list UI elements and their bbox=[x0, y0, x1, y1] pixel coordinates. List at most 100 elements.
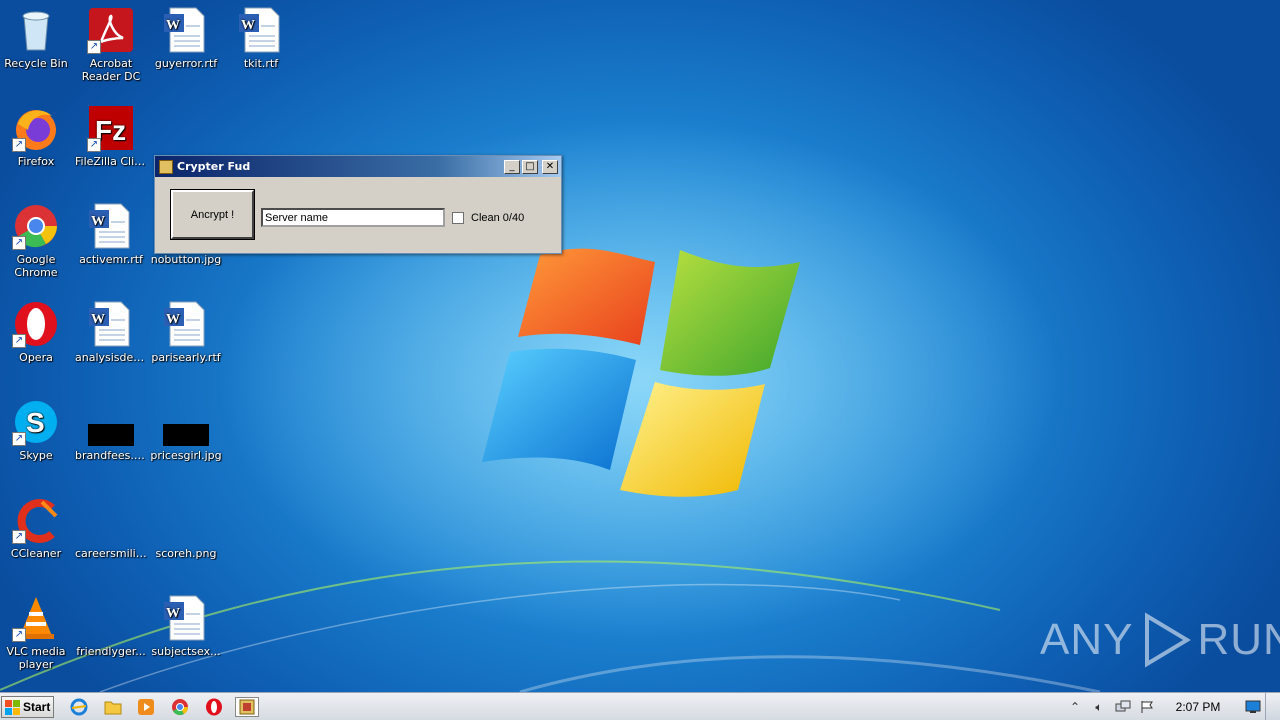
svg-text:W: W bbox=[166, 312, 180, 327]
show-desktop-button[interactable] bbox=[1265, 693, 1280, 720]
start-label: Start bbox=[23, 700, 51, 714]
desktop-icon-subjectsex[interactable]: W subjectsex... bbox=[148, 590, 224, 680]
shortcut-arrow-icon: ↗ bbox=[12, 432, 26, 446]
svg-text:W: W bbox=[166, 606, 180, 621]
monitor-icon[interactable] bbox=[1243, 697, 1263, 717]
watermark-right-text: RUN bbox=[1197, 615, 1280, 664]
chrome-icon: ↗ bbox=[12, 202, 60, 250]
icon-label: parisearly.rtf bbox=[151, 351, 221, 364]
clean-checkbox[interactable] bbox=[452, 212, 464, 224]
icon-label: tkit.rtf bbox=[243, 57, 279, 70]
icon-label: VLC media player bbox=[6, 645, 66, 671]
word-document-icon: W bbox=[87, 300, 135, 348]
vlc-icon: ↗ bbox=[12, 594, 60, 642]
ccleaner-icon: ↗ bbox=[12, 496, 60, 544]
desktop-icon-friendlyger[interactable]: friendlyger... bbox=[73, 590, 149, 680]
shortcut-arrow-icon: ↗ bbox=[12, 236, 26, 250]
taskbar-clock[interactable]: 2:07 PM bbox=[1163, 700, 1233, 714]
icon-label: Acrobat Reader DC bbox=[81, 57, 141, 83]
desktop-icon-pricesgirl[interactable]: pricesgirl.jpg bbox=[148, 394, 224, 484]
desktop-icon-activemr[interactable]: W activemr.rtf bbox=[73, 198, 149, 288]
desktop: Recycle Bin ↗ Acrobat Reader DC W guyerr… bbox=[0, 0, 1280, 692]
desktop-icon-ccleaner[interactable]: ↗ CCleaner bbox=[0, 492, 74, 582]
desktop-icon-tkit[interactable]: W tkit.rtf bbox=[223, 2, 299, 92]
action-center-flag-icon[interactable] bbox=[1137, 697, 1157, 717]
minimize-button[interactable]: _ bbox=[504, 159, 520, 174]
start-button[interactable]: Start bbox=[1, 696, 54, 718]
window-titlebar[interactable]: Crypter Fud _ □ ✕ bbox=[155, 156, 561, 177]
windows-logo-icon bbox=[5, 699, 21, 715]
icon-label: Opera bbox=[19, 351, 53, 364]
icon-label: Firefox bbox=[17, 155, 55, 168]
desktop-icon-careersmilit[interactable]: careersmilit... bbox=[73, 492, 149, 582]
shortcut-arrow-icon: ↗ bbox=[12, 530, 26, 544]
shortcut-arrow-icon: ↗ bbox=[87, 138, 101, 152]
desktop-icon-brandfees[interactable]: brandfees.jpg bbox=[73, 394, 149, 484]
icon-label: analysisdeal... bbox=[75, 351, 149, 364]
word-document-icon: W bbox=[237, 6, 285, 54]
app-icon bbox=[159, 159, 173, 174]
icon-label: Recycle Bin bbox=[4, 57, 68, 70]
server-name-input[interactable] bbox=[261, 208, 445, 227]
svg-text:W: W bbox=[91, 214, 105, 229]
volume-icon[interactable]: 🔈︎ bbox=[1089, 697, 1109, 717]
word-document-icon: W bbox=[162, 594, 210, 642]
explorer-folder-icon[interactable] bbox=[101, 697, 125, 717]
crypter-window: Crypter Fud _ □ ✕ Ancrypt ! Clean 0/40 bbox=[154, 155, 562, 254]
svg-text:W: W bbox=[241, 18, 255, 33]
word-document-icon: W bbox=[162, 6, 210, 54]
icon-label: friendlyger... bbox=[76, 645, 146, 658]
crypter-taskbar-button[interactable] bbox=[235, 697, 259, 717]
desktop-icon-skype[interactable]: S ↗ Skype bbox=[0, 394, 74, 484]
icon-label: activemr.rtf bbox=[79, 253, 143, 266]
desktop-icon-firefox[interactable]: ↗ Firefox bbox=[0, 100, 74, 190]
shortcut-arrow-icon: ↗ bbox=[12, 628, 26, 642]
word-document-icon: W bbox=[162, 300, 210, 348]
svg-text:S: S bbox=[26, 407, 45, 438]
encrypt-button[interactable]: Ancrypt ! bbox=[170, 189, 255, 240]
shortcut-arrow-icon: ↗ bbox=[12, 334, 26, 348]
window-title: Crypter Fud bbox=[177, 160, 251, 173]
filezilla-icon: Fz ↗ bbox=[87, 104, 135, 152]
svg-text:W: W bbox=[166, 18, 180, 33]
icon-label: brandfees.jpg bbox=[75, 449, 149, 462]
network-icon[interactable] bbox=[1113, 697, 1133, 717]
desktop-icon-acrobat[interactable]: ↗ Acrobat Reader DC bbox=[73, 2, 149, 92]
skype-icon: S ↗ bbox=[12, 398, 60, 446]
icon-label: nobutton.jpg bbox=[150, 253, 222, 266]
desktop-icon-filezilla[interactable]: Fz ↗ FileZilla Client bbox=[73, 100, 149, 190]
close-button[interactable]: ✕ bbox=[542, 159, 558, 174]
play-logo-icon bbox=[1145, 612, 1192, 668]
desktop-icon-analysisdeal[interactable]: W analysisdeal... bbox=[73, 296, 149, 386]
clean-checkbox-label: Clean 0/40 bbox=[471, 212, 525, 224]
icon-label: Skype bbox=[19, 449, 53, 462]
media-player-icon[interactable] bbox=[134, 697, 158, 717]
firefox-icon: ↗ bbox=[12, 104, 60, 152]
desktop-icon-recycle-bin[interactable]: Recycle Bin bbox=[0, 2, 74, 92]
image-file-icon bbox=[162, 496, 210, 544]
desktop-icon-vlc[interactable]: ↗ VLC media player bbox=[0, 590, 74, 680]
internet-explorer-icon[interactable] bbox=[67, 697, 91, 717]
desktop-icon-guyerror[interactable]: W guyerror.rtf bbox=[148, 2, 224, 92]
icon-label: subjectsex... bbox=[151, 645, 221, 658]
show-hidden-icons-icon[interactable]: ⌃ bbox=[1065, 697, 1085, 717]
desktop-icon-parisearly[interactable]: W parisearly.rtf bbox=[148, 296, 224, 386]
desktop-icon-scoreh[interactable]: scoreh.png bbox=[148, 492, 224, 582]
system-tray: ⌃ 🔈︎ 2:07 PM bbox=[1063, 693, 1280, 720]
icon-label: Google Chrome bbox=[14, 253, 58, 279]
icon-label: pricesgirl.jpg bbox=[150, 449, 222, 462]
desktop-icon-chrome[interactable]: ↗ Google Chrome bbox=[0, 198, 74, 288]
opera-taskbar-icon[interactable] bbox=[202, 697, 226, 717]
image-file-icon bbox=[162, 398, 210, 446]
icon-label: scoreh.png bbox=[155, 547, 217, 560]
maximize-button[interactable]: □ bbox=[522, 159, 538, 174]
svg-text:W: W bbox=[91, 312, 105, 327]
word-document-icon: W bbox=[87, 202, 135, 250]
taskbar: Start ⌃ 🔈︎ 2:07 PM bbox=[0, 692, 1280, 720]
image-file-icon bbox=[87, 398, 135, 446]
icon-label: careersmilit... bbox=[75, 547, 149, 560]
chrome-taskbar-icon[interactable] bbox=[168, 697, 192, 717]
desktop-icon-opera[interactable]: ↗ Opera bbox=[0, 296, 74, 386]
shortcut-arrow-icon: ↗ bbox=[87, 40, 101, 54]
recycle-bin-icon bbox=[12, 6, 60, 54]
